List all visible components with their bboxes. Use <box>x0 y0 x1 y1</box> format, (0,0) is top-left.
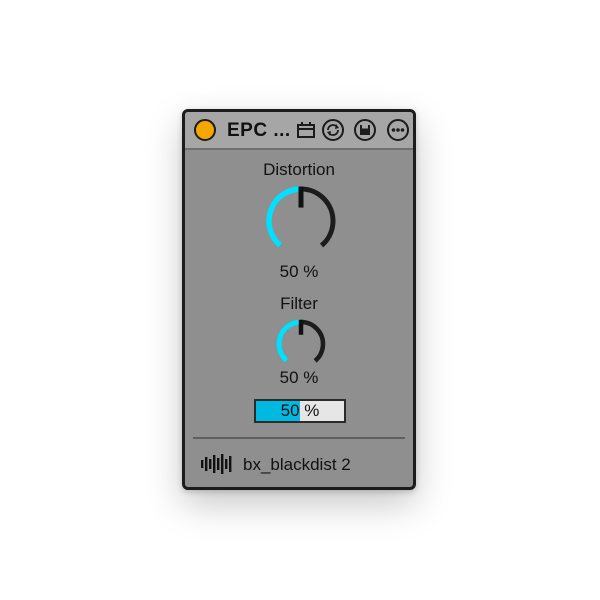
device-title[interactable]: EPC ... <box>227 120 291 142</box>
slider-value: 50 % <box>280 401 320 420</box>
device-titlebar: EPC ... <box>185 112 413 150</box>
power-toggle[interactable] <box>194 119 216 141</box>
sync-icon[interactable] <box>322 119 344 141</box>
filter-label: Filter <box>280 294 318 313</box>
filter-knob[interactable] <box>273 316 329 372</box>
distortion-knob[interactable] <box>262 182 340 260</box>
divider <box>193 437 405 439</box>
distortion-value: 50 % <box>279 262 319 281</box>
device-name[interactable]: bx_blackdist 2 <box>243 455 351 475</box>
knob-value-arc <box>276 319 302 363</box>
waveform-icon <box>201 454 232 474</box>
device-panel: EPC ... Distortion 50 % Filter 50 % 50 %… <box>182 109 416 490</box>
knob-value-arc <box>266 186 302 248</box>
save-icon[interactable] <box>354 119 376 141</box>
more-icon[interactable] <box>387 119 409 141</box>
filter-value: 50 % <box>279 368 319 387</box>
distortion-label: Distortion <box>263 160 335 179</box>
value-slider[interactable]: 50 % <box>254 399 346 423</box>
clipboard-icon[interactable] <box>295 119 317 141</box>
